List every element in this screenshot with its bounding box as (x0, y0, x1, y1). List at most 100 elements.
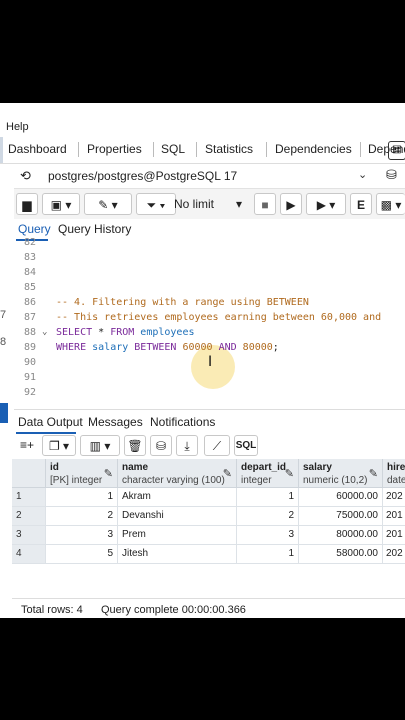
chevron-down-icon: ▾ (236, 197, 243, 211)
object-tab-bar: Dashboard Properties SQL Statistics Depe… (0, 137, 405, 164)
row-number[interactable]: 3 (12, 526, 46, 545)
save-icon: ▣ ▾ (50, 198, 72, 212)
trash-icon: 🗑 (127, 439, 143, 453)
execute-button[interactable]: ▶ (280, 193, 302, 215)
column-name: hire_ (387, 462, 405, 473)
column-header-id[interactable]: id [PK] integer ✎ (46, 459, 118, 488)
query-tool-tab-icon[interactable]: ▤ (388, 141, 405, 160)
pencil-icon: ✎ (103, 468, 113, 480)
row-number[interactable]: 1 (12, 488, 46, 507)
text-cursor-icon: I (208, 354, 213, 370)
explain-button[interactable]: E (350, 193, 372, 215)
chevron-down-icon[interactable]: ⌄ (358, 168, 367, 181)
play-icon: ▶ (286, 198, 296, 212)
tab-query-history[interactable]: Query History (58, 222, 131, 236)
cell-depart-id[interactable]: 2 (237, 507, 299, 526)
cell-depart-id[interactable]: 3 (237, 526, 299, 545)
sql-button[interactable]: SQL (234, 435, 258, 456)
column-type: integer (241, 475, 272, 486)
tab-divider (360, 142, 361, 157)
column-header-name[interactable]: name character varying (100) ✎ (118, 459, 237, 488)
code-line-select: SELECT * FROM employees (56, 327, 195, 338)
row-number[interactable]: 2 (12, 507, 46, 526)
output-tabs: Data Output Messages Notifications (14, 409, 405, 435)
explain-analyze-button[interactable]: ▩ ▾ (376, 193, 405, 215)
row-number[interactable]: 4 (12, 545, 46, 564)
database-save-icon: ⛁ (155, 439, 167, 453)
clipboard-icon: ▥ ▾ (89, 439, 111, 453)
cell-id[interactable]: 2 (46, 507, 118, 526)
pencil-icon: ✎ (284, 468, 294, 480)
delete-button[interactable]: 🗑 (124, 435, 146, 456)
tab-statistics[interactable]: Statistics (205, 142, 253, 156)
menu-help[interactable]: Help (6, 121, 29, 133)
execute-options-button[interactable]: ▶ ▾ (306, 193, 346, 215)
download-button[interactable]: ⤓ (176, 435, 198, 456)
sql-icon: SQL (235, 440, 257, 451)
stop-button[interactable]: ■ (254, 193, 276, 215)
cell-salary[interactable]: 58000.00 (299, 545, 383, 564)
cell-id[interactable]: 3 (46, 526, 118, 545)
column-name: salary (303, 462, 332, 473)
cell-salary[interactable]: 80000.00 (299, 526, 383, 545)
cell-salary[interactable]: 60000.00 (299, 488, 383, 507)
limit-select[interactable]: No limit ▾ (164, 193, 256, 215)
tab-messages[interactable]: Messages (88, 415, 143, 429)
line-number: 91 (23, 372, 36, 383)
database-icon[interactable]: ⛁ (386, 167, 397, 183)
folder-icon: ▆ (22, 198, 32, 212)
cell-id[interactable]: 5 (46, 545, 118, 564)
tab-data-output[interactable]: Data Output (18, 415, 83, 429)
add-row-button[interactable]: ≡+ (16, 435, 38, 456)
column-name: id (50, 462, 59, 473)
tab-query[interactable]: Query (18, 222, 51, 236)
column-header-depart-id[interactable]: depart_id integer ✎ (237, 459, 299, 488)
paste-button[interactable]: ▥ ▾ (80, 435, 120, 456)
tab-divider (153, 142, 154, 157)
line-number: 82 (23, 237, 36, 248)
column-header-hire-date[interactable]: hire_ date (383, 459, 405, 488)
copy-button[interactable]: ❐ ▾ (42, 435, 76, 456)
column-header-salary[interactable]: salary numeric (10,2) ✎ (299, 459, 383, 488)
save-file-button[interactable]: ▣ ▾ (42, 193, 80, 215)
bar-chart-icon: ▩ ▾ (380, 198, 402, 212)
cell-name[interactable]: Jitesh (118, 545, 237, 564)
gutter-fragment: 7 (0, 309, 7, 321)
cell-hire-date[interactable]: 202 (383, 488, 405, 507)
tab-notifications[interactable]: Notifications (150, 415, 215, 429)
graph-visualiser-button[interactable]: ⟋ (204, 435, 230, 456)
tab-divider (78, 142, 79, 157)
cell-salary[interactable]: 75000.00 (299, 507, 383, 526)
tab-properties[interactable]: Properties (87, 142, 142, 156)
cell-hire-date[interactable]: 201 (383, 507, 405, 526)
code-line-comment: -- This retrieves employees earning betw… (56, 312, 382, 323)
line-number: 86 (23, 297, 36, 308)
cell-depart-id[interactable]: 1 (237, 545, 299, 564)
cell-hire-date[interactable]: 202 (383, 545, 405, 564)
play-step-icon: ▶ ▾ (316, 198, 336, 212)
explain-icon: E (356, 198, 365, 212)
fold-chevron-icon[interactable]: ⌄ (42, 327, 47, 337)
cell-id[interactable]: 1 (46, 488, 118, 507)
edit-button[interactable]: ✎ ▾ (84, 193, 132, 215)
query-toolbar: ▆ ▣ ▾ ✎ ▾ ⏷ ▾ No limit ▾ ■ ▶ ▶ ▾ E ▩ ▾ (14, 189, 405, 220)
tab-dependencies[interactable]: Dependencies (275, 142, 352, 156)
cell-depart-id[interactable]: 1 (237, 488, 299, 507)
connection-status-icon[interactable]: ⟲ (20, 168, 31, 184)
tab-dashboard[interactable]: Dashboard (8, 142, 67, 156)
open-file-button[interactable]: ▆ (16, 193, 38, 215)
line-number: 83 (23, 252, 36, 263)
sql-editor[interactable]: 82 83 84 85 86 87 88 89 90 91 92 -- 4. F… (14, 237, 405, 409)
cell-name[interactable]: Prem (118, 526, 237, 545)
line-number: 88 (23, 327, 36, 338)
pgadmin-window: Help Dashboard Properties SQL Statistics… (0, 103, 405, 618)
menu-bar: Help (0, 103, 405, 137)
connection-bar: ⟲ postgres/postgres@PostgreSQL 17 ⌄ ⛁ (14, 164, 405, 189)
cell-hire-date[interactable]: 201 (383, 526, 405, 545)
save-data-button[interactable]: ⛁ (150, 435, 172, 456)
panel-splitter[interactable] (0, 403, 8, 423)
cell-name[interactable]: Devanshi (118, 507, 237, 526)
tab-sql[interactable]: SQL (161, 142, 185, 156)
cell-name[interactable]: Akram (118, 488, 237, 507)
connection-label[interactable]: postgres/postgres@PostgreSQL 17 (48, 169, 237, 183)
